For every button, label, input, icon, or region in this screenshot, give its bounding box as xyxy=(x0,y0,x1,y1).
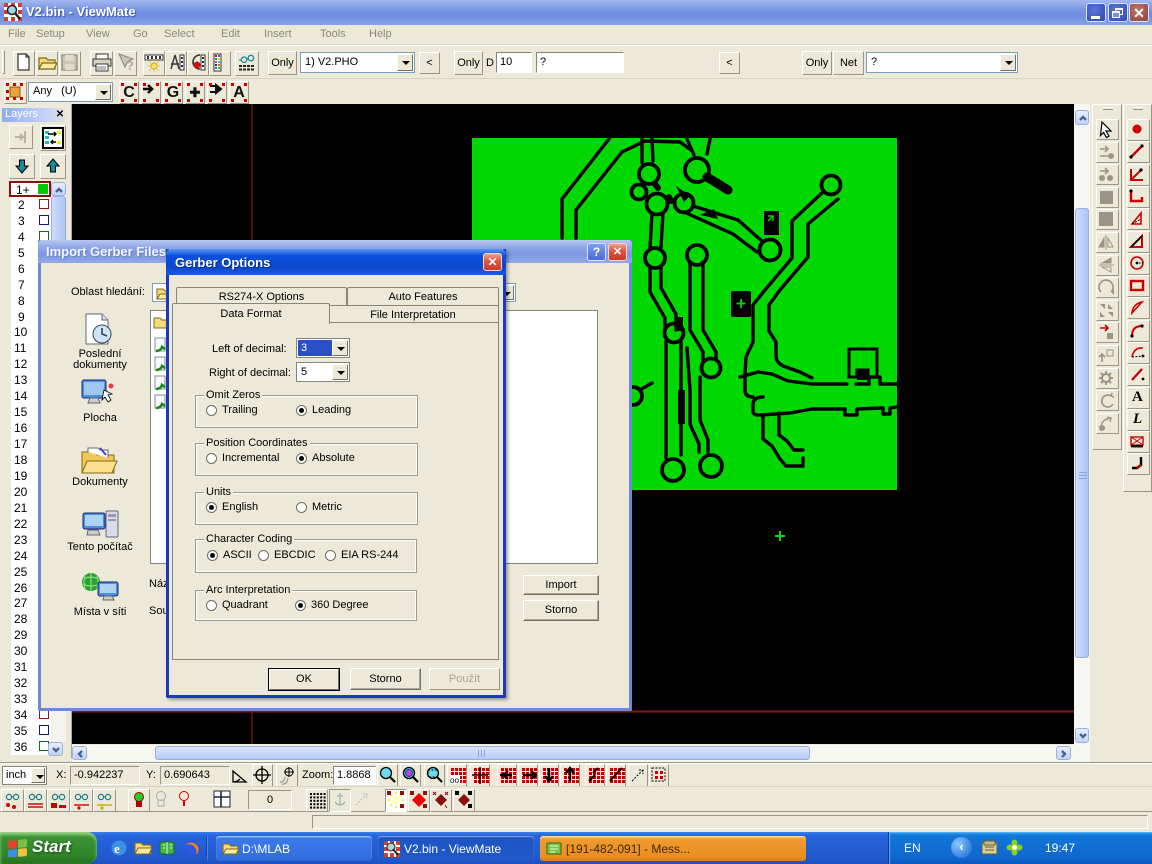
svg-text:e: e xyxy=(114,841,120,856)
svg-text:?: ? xyxy=(126,58,134,73)
svg-text:oo: oo xyxy=(450,776,459,785)
